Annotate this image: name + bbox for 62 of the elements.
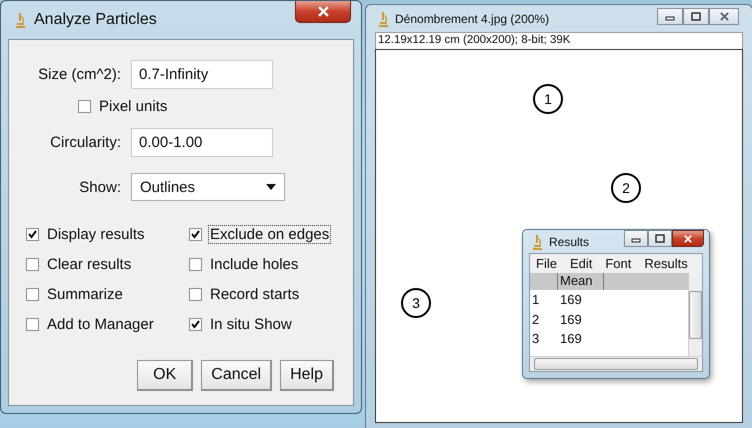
particle-outline: 3 bbox=[401, 288, 431, 318]
close-button[interactable] bbox=[672, 230, 704, 247]
maximize-button[interactable] bbox=[648, 230, 672, 247]
particle-outline: 1 bbox=[533, 84, 563, 114]
maximize-button[interactable] bbox=[683, 8, 709, 25]
microscope-icon bbox=[377, 10, 389, 26]
checkbox[interactable]: Summarize bbox=[26, 285, 189, 304]
close-icon bbox=[684, 234, 692, 242]
table-cell-text: 169 bbox=[559, 292, 583, 308]
input-field[interactable]: 0.7-Infinity bbox=[131, 60, 273, 89]
vertical-scrollbar[interactable] bbox=[688, 273, 702, 356]
close-button[interactable] bbox=[709, 8, 739, 25]
checkbox-box[interactable] bbox=[26, 318, 39, 331]
checkbox-box[interactable] bbox=[189, 318, 202, 331]
window-title: Dénombrement 4.jpg (200%) bbox=[395, 12, 550, 26]
field-label: Circularity: bbox=[49, 134, 121, 151]
checkbox-box[interactable] bbox=[189, 228, 202, 241]
checkbox-box[interactable] bbox=[78, 100, 91, 113]
dropdown-arrow-icon bbox=[266, 184, 276, 190]
column-header: Mean bbox=[558, 273, 604, 290]
menu-item[interactable]: Edit bbox=[570, 256, 592, 271]
checkbox-box[interactable] bbox=[189, 288, 202, 301]
input-field[interactable]: 0.00-1.00 bbox=[131, 128, 273, 157]
table-cell-text: 169 bbox=[559, 331, 583, 346]
checkbox-box[interactable] bbox=[26, 228, 39, 241]
checkbox[interactable]: Clear results bbox=[26, 255, 189, 274]
image-info: 12.19x12.19 cm (200x200); 8-bit; 39K bbox=[375, 32, 743, 49]
close-button[interactable] bbox=[295, 1, 351, 23]
field-label: Size (cm^2): bbox=[37, 66, 121, 83]
checkbox[interactable]: Pixel units bbox=[78, 97, 353, 116]
menu-item[interactable]: File bbox=[536, 256, 557, 271]
checkbox[interactable]: Add to Manager bbox=[26, 315, 189, 334]
checkbox[interactable]: Display results bbox=[26, 225, 189, 244]
minimize-button[interactable] bbox=[657, 8, 683, 25]
maximize-icon bbox=[691, 12, 701, 21]
microscope-icon bbox=[14, 12, 26, 28]
row-number: 1 bbox=[531, 292, 540, 308]
close-icon bbox=[720, 12, 728, 21]
dialog-button[interactable]: Cancel bbox=[201, 360, 272, 391]
menu-item[interactable]: Results bbox=[644, 256, 688, 271]
checkbox[interactable]: Include holes bbox=[189, 255, 353, 274]
checkbox[interactable]: Record starts bbox=[189, 285, 353, 304]
field-label: Show: bbox=[78, 178, 121, 196]
menu-item[interactable]: Font bbox=[605, 256, 632, 271]
dialog-button[interactable]: OK bbox=[137, 360, 194, 391]
horizontal-scrollbar[interactable] bbox=[530, 356, 702, 371]
checkbox[interactable]: In situ Show bbox=[189, 315, 353, 334]
close-icon bbox=[318, 6, 328, 17]
show-dropdown[interactable]: Outlines bbox=[131, 173, 285, 201]
microscope-icon bbox=[531, 234, 543, 250]
checkbox-box[interactable] bbox=[189, 258, 202, 271]
checkbox-box[interactable] bbox=[26, 258, 39, 271]
table-cell-text: 169 bbox=[559, 312, 583, 327]
minimize-button[interactable] bbox=[624, 230, 648, 247]
window-title: Results bbox=[549, 234, 590, 248]
checkbox-box[interactable] bbox=[26, 288, 39, 301]
row-number: 2 bbox=[531, 312, 540, 327]
maximize-icon bbox=[655, 234, 665, 243]
particle-outline: 2 bbox=[611, 173, 641, 203]
row-number: 3 bbox=[531, 331, 540, 346]
dialog-button[interactable]: Help bbox=[280, 360, 334, 391]
window-title: Analyze Particles bbox=[34, 11, 157, 29]
